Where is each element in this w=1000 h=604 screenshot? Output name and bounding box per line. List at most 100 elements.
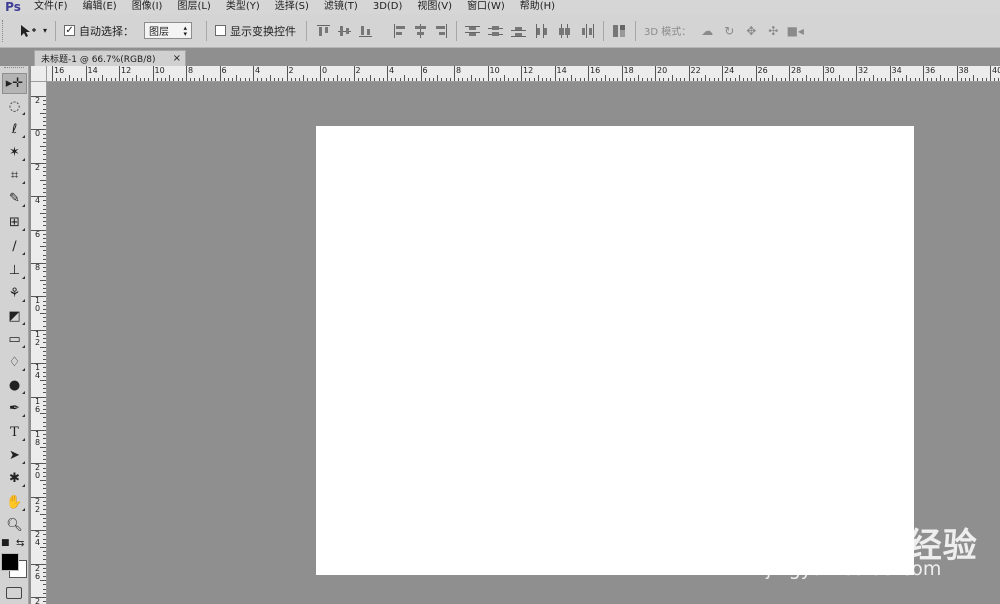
3d-roll-icon[interactable]: ↻ (721, 24, 737, 38)
crop-tool[interactable]: ⌗ (2, 165, 27, 186)
menu-window[interactable]: 窗口(W) (459, 0, 512, 14)
menu-file[interactable]: 文件(F) (26, 0, 75, 14)
menu-image[interactable]: 图像(I) (124, 0, 170, 14)
menu-edit[interactable]: 编辑(E) (75, 0, 124, 14)
close-icon[interactable]: × (173, 53, 181, 64)
quick-select-tool[interactable]: ✶ (2, 142, 27, 163)
lasso-tool[interactable]: ℓ (2, 119, 27, 140)
blur-tool[interactable]: ♢ (2, 352, 27, 373)
ruler-tick (349, 78, 351, 81)
distribute-top-icon[interactable] (465, 24, 481, 38)
ruler-tick (273, 78, 275, 81)
type-tool[interactable]: T (2, 422, 27, 443)
ruler-tick (40, 112, 46, 114)
marquee-tool[interactable]: ◌ (2, 96, 27, 117)
distribute-vertical-center-icon[interactable] (488, 24, 504, 38)
ruler-tick (31, 263, 46, 264)
ruler-tick (722, 66, 723, 81)
document-tab[interactable]: 未标题-1 @ 66.7%(RGB/8) × (34, 50, 186, 66)
ruler-tick (139, 78, 141, 81)
auto-select-dropdown[interactable]: 图层 ▴ ▾ (144, 22, 193, 39)
distribute-bottom-icon[interactable] (511, 24, 527, 38)
brush-tool[interactable]: ∕ (2, 236, 27, 257)
ruler-tick (43, 588, 46, 590)
auto-select-checkbox[interactable]: ✓ (64, 25, 76, 36)
hand-tool[interactable]: ✋ (2, 492, 27, 513)
3d-orbit-icon[interactable]: ☁ (699, 24, 715, 38)
shape-tool[interactable]: ✱ (2, 468, 27, 489)
ruler-tick (801, 78, 803, 81)
ruler-tick (923, 66, 924, 81)
ruler-label: 4 (389, 66, 395, 75)
options-bar-grip[interactable] (2, 19, 9, 42)
ruler-tick (106, 78, 108, 81)
quick-mask-icon[interactable] (6, 587, 22, 599)
ruler-tick (495, 78, 497, 81)
align-horizontal-center-icon[interactable] (414, 23, 427, 38)
ruler-tick (847, 78, 849, 81)
align-vertical-center-icon[interactable] (338, 24, 352, 38)
ruler-tick (43, 217, 46, 219)
ruler-tick (31, 430, 46, 431)
pen-tool[interactable]: ✒ (2, 398, 27, 419)
gradient-tool[interactable]: ▭ (2, 329, 27, 350)
menu-filter[interactable]: 滤镜(T) (316, 0, 365, 14)
ruler-tick (110, 78, 112, 81)
ruler-label: 22 (34, 496, 41, 514)
show-transform-checkbox[interactable] (215, 25, 227, 36)
distribute-horizontal-center-icon[interactable] (557, 23, 572, 38)
zoom-tool[interactable]: 🔍︎ (2, 515, 27, 536)
align-left-icon[interactable] (393, 23, 406, 38)
3d-slide-icon[interactable]: ✣ (765, 24, 781, 38)
menu-view[interactable]: 视图(V) (409, 0, 459, 14)
ruler-tick (931, 78, 933, 81)
clone-stamp-tool[interactable]: ⊥ (2, 260, 27, 281)
align-right-icon[interactable] (435, 23, 448, 38)
ruler-tick (366, 78, 368, 81)
default-colors-icon[interactable]: ■ (1, 538, 10, 548)
ruler-tick (31, 396, 46, 398)
ruler-tick (851, 78, 853, 81)
ruler-label: 8 (188, 66, 194, 75)
menu-help[interactable]: 帮助(H) (512, 0, 562, 14)
distribute-left-icon[interactable] (534, 23, 549, 38)
distribute-right-icon[interactable] (580, 23, 595, 38)
eyedropper-tool[interactable]: ✎ (2, 188, 27, 209)
ruler-tick (31, 597, 46, 598)
menu-3d[interactable]: 3D(D) (365, 0, 410, 14)
swap-colors-icon[interactable]: ⇆ (16, 538, 24, 549)
ruler-tick (43, 421, 46, 423)
ruler-origin[interactable] (31, 66, 47, 82)
document-tab-strip: 未标题-1 @ 66.7%(RGB/8) × (0, 48, 1000, 66)
tool-preset-picker[interactable]: ▾ (19, 24, 47, 38)
menu-select[interactable]: 选择(S) (267, 0, 316, 14)
move-tool[interactable]: ▸✛ (2, 73, 27, 94)
ruler-label: 2 (34, 597, 41, 604)
ruler-tick (835, 78, 837, 81)
separator (456, 20, 458, 41)
align-bottom-icon[interactable] (359, 24, 373, 38)
history-brush-tool[interactable]: ⚘ (2, 283, 27, 304)
ruler-tick (43, 551, 46, 553)
menu-type[interactable]: 类型(Y) (218, 0, 267, 14)
auto-align-layers-icon[interactable] (612, 24, 627, 38)
vertical-ruler[interactable]: 2 0 2 4 6 8 10 12 14 16 18 20 22 24 26 2 (31, 82, 47, 604)
path-selection-tool[interactable]: ➤ (2, 445, 27, 466)
3d-pan-icon[interactable]: ✥ (743, 24, 759, 38)
ruler-tick (960, 78, 962, 81)
ruler-tick (500, 78, 502, 81)
ruler-tick (843, 78, 845, 81)
ruler-tick (43, 237, 46, 239)
dodge-tool[interactable]: ● (2, 375, 27, 396)
foreground-color-swatch[interactable] (1, 553, 19, 571)
3d-scale-icon[interactable]: ■◂ (787, 24, 804, 38)
horizontal-ruler[interactable]: 16 14 12 10 8 6 4 2 0 2 4 6 8 10 12 14 16 18 20 22 24 26 28 30 3… (47, 66, 1000, 82)
eraser-tool[interactable]: ◩ (2, 306, 27, 327)
healing-brush-tool[interactable]: ⊞ (2, 212, 27, 233)
ruler-tick (479, 78, 481, 81)
ruler-tick (525, 78, 527, 81)
ruler-tick (43, 567, 46, 569)
menu-layer[interactable]: 图层(L) (169, 0, 217, 14)
align-top-icon[interactable] (317, 24, 331, 38)
ruler-tick (868, 78, 870, 81)
